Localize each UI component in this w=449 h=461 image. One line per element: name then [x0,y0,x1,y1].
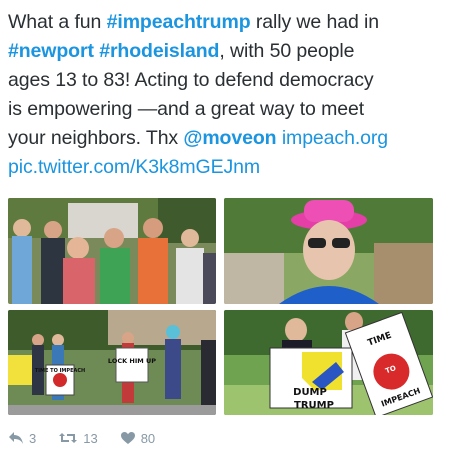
link-impeach-org[interactable]: impeach.org [282,127,388,149]
reply-button[interactable]: 3 [8,431,36,446]
like-button[interactable]: 80 [120,431,155,446]
tweet-line-1: What a fun #impeachtrump rally we had in [8,8,444,37]
tweet-line-5: your neighbors. Thx @moveon impeach.org [8,124,444,153]
tweet-line-2: #newport #rhodeisland, with 50 people [8,37,444,66]
text-span: rally we had in [250,11,379,33]
hashtag-rhodeisland[interactable]: #rhodeisland [99,40,219,62]
tweet-line-3: ages 13 to 83! Acting to defend democrac… [8,69,374,91]
photo-dump-trump[interactable]: DUMP TRUMP TIME TO IMPEACH [224,310,433,415]
reply-count: 3 [29,430,37,446]
action-bar: 3 13 80 [8,428,177,448]
reply-icon [9,432,23,444]
retweet-icon [59,433,78,443]
mention-moveon[interactable]: @moveon [183,127,276,149]
sign-lock-him-up-text: LOCK HIM UP [108,357,156,365]
pic-link[interactable]: pic.twitter.com/K3k8mGEJnm [8,153,444,182]
sign-time-to-impeach-small-text: TIME TO IMPEACH [35,368,85,374]
photo-grid: LOCK HIM UP TIME TO IMPEACH DUMP TRUMP T… [8,198,433,415]
photo-signs[interactable]: LOCK HIM UP TIME TO IMPEACH [8,310,216,415]
photo-pink-hat[interactable] [224,198,433,304]
text-span: , with 50 people [219,40,355,62]
hashtag-newport[interactable]: #newport [8,40,94,62]
like-count: 80 [140,430,156,446]
tweet-text: What a fun #impeachtrump rally we had in… [8,8,444,182]
retweet-button[interactable]: 13 [58,430,98,446]
retweet-count: 13 [83,430,98,446]
heart-icon [120,432,135,444]
sign-trump-text: TRUMP [294,400,334,411]
hashtag-impeachtrump[interactable]: #impeachtrump [107,11,251,33]
sign-dump-text: DUMP [293,387,327,398]
photo-crowd[interactable] [8,198,216,304]
text-span: What a fun [8,11,107,33]
tweet-line-4: is empowering —and a great way to meet [8,98,365,120]
text-span: your neighbors. Thx [8,127,184,149]
